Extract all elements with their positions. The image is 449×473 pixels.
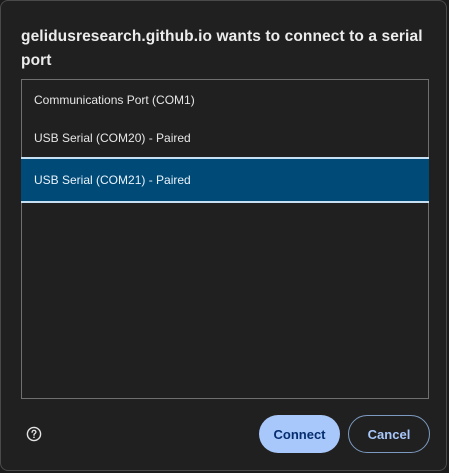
- port-item-com21[interactable]: USB Serial (COM21) - Paired: [21, 157, 429, 203]
- port-list[interactable]: Communications Port (COM1) USB Serial (C…: [21, 79, 429, 399]
- dialog-title: gelidusresearch.github.io wants to conne…: [21, 28, 423, 69]
- help-icon[interactable]: [26, 426, 42, 442]
- port-item-com20[interactable]: USB Serial (COM20) - Paired: [22, 119, 428, 157]
- port-item-com1[interactable]: Communications Port (COM1): [22, 81, 428, 119]
- serial-port-dialog: gelidusresearch.github.io wants to conne…: [0, 0, 447, 471]
- cancel-button[interactable]: Cancel: [348, 415, 430, 453]
- connect-button[interactable]: Connect: [259, 415, 340, 453]
